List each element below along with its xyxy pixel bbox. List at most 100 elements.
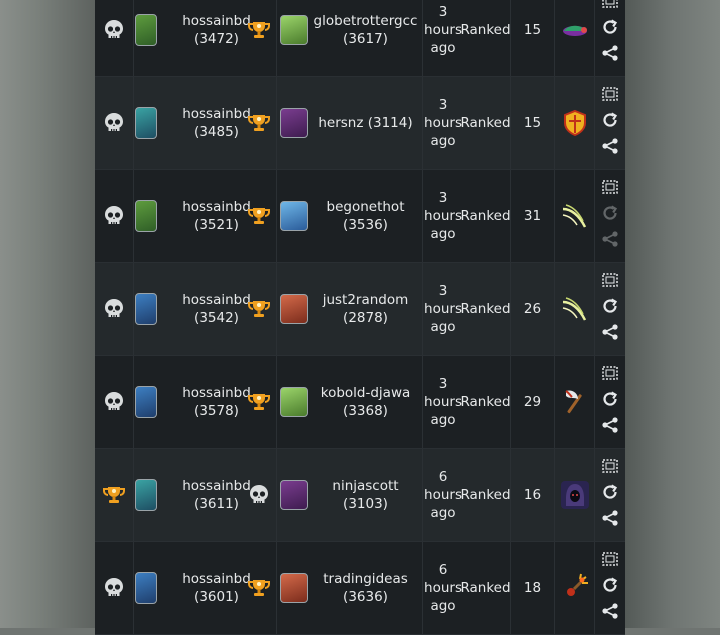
page-background-right [625,0,720,628]
player1-avatar[interactable] [134,263,157,355]
turn-count: 15 [511,77,555,169]
share-icon[interactable] [601,323,619,345]
replay-icon[interactable] [601,390,619,412]
expand-icon[interactable] [601,457,619,479]
share-icon[interactable] [601,44,619,66]
result-icon [95,0,134,76]
opponent-result-icon [241,0,277,76]
time-ago: 3 hours ago [424,190,462,242]
match-type: Ranked [460,542,511,634]
player1-avatar[interactable] [134,356,157,448]
opponent-result-icon [241,263,277,355]
player1-avatar[interactable] [134,449,157,541]
share-icon[interactable] [601,416,619,438]
player2-avatar[interactable] [279,0,309,76]
player2-rating: (3636) [343,589,388,605]
share-icon[interactable] [601,230,619,252]
avatar [280,201,308,231]
result-icon [95,356,134,448]
actions [595,542,625,634]
avatar [134,572,157,604]
player2-avatar[interactable] [279,542,309,634]
expand-icon[interactable] [601,85,619,107]
player2-avatar[interactable] [279,263,309,355]
avatar [134,479,157,511]
time-ago: 3 hours ago [424,376,462,428]
battle-history-table: hossainbd (3472) globetrottergcc (3617) … [95,0,625,635]
opponent-result-icon [241,170,277,262]
share-icon[interactable] [601,137,619,159]
match-type: Ranked [460,170,511,262]
avatar [280,15,308,45]
player2-name-link[interactable]: begonethot (3536) [309,170,423,262]
player1-avatar[interactable] [134,170,157,262]
bomb-card-icon [555,542,595,634]
actions [595,356,625,448]
table-row: hossainbd (3601) tradingideas (3636) 6 h… [95,542,625,635]
player2-name-link[interactable]: tradingideas (3636) [309,542,423,634]
player1-avatar[interactable] [134,77,157,169]
result-icon [95,449,134,541]
player2-avatar[interactable] [279,170,309,262]
replay-icon[interactable] [601,204,619,226]
avatar [280,573,308,603]
avatar [134,386,157,418]
replay-icon[interactable] [601,297,619,319]
replay-icon[interactable] [601,576,619,598]
player2-name: ninjascott (3103) [332,478,399,512]
player2-name-link[interactable]: hersnz (3114) [309,77,423,169]
expand-icon[interactable] [601,271,619,293]
table-row: hossainbd (3578) kobold-djawa (3368) 3 h… [95,356,625,449]
player2-avatar[interactable] [279,449,309,541]
player1-avatar[interactable] [134,542,157,634]
avatar [134,14,157,46]
replay-icon[interactable] [601,483,619,505]
player2-rating: (3617) [343,31,388,47]
replay-icon[interactable] [601,111,619,133]
slash-card-icon [555,263,595,355]
player2-avatar[interactable] [279,77,309,169]
turn-count: 29 [511,356,555,448]
table-row: hossainbd (3472) globetrottergcc (3617) … [95,0,625,77]
player2-name: begonethot [326,199,405,215]
opponent-result-icon [241,449,277,541]
actions [595,263,625,355]
share-icon[interactable] [601,509,619,531]
axe-card-icon [555,356,595,448]
turn-count: 18 [511,542,555,634]
player2-name: just2random [322,292,409,308]
expand-icon[interactable] [601,178,619,200]
player2-avatar[interactable] [279,356,309,448]
player2-name-link[interactable]: kobold-djawa (3368) [309,356,423,448]
time-ago: 6 hours ago [424,562,462,614]
result-icon [95,263,134,355]
time-ago: 6 hours ago [424,469,462,521]
actions [595,77,625,169]
avatar [134,107,157,139]
opponent-result-icon [241,356,277,448]
turn-count: 26 [511,263,555,355]
replay-icon[interactable] [601,18,619,40]
page-background-left [0,0,95,628]
result-icon [95,170,134,262]
expand-icon[interactable] [601,550,619,572]
player2-rating: (3368) [343,403,388,419]
time-ago: 3 hours ago [424,283,462,335]
player2-name-link[interactable]: globetrottergcc (3617) [309,0,423,76]
result-icon [95,542,134,634]
expand-icon[interactable] [601,364,619,386]
player2-name: globetrottergcc [313,13,418,29]
player2-name-link[interactable]: just2random (2878) [309,263,423,355]
avatar [134,293,157,325]
actions [595,449,625,541]
player1-avatar[interactable] [134,0,157,76]
avatar [280,387,308,417]
avatar [280,108,308,138]
player2-name-link[interactable]: ninjascott (3103) [309,449,423,541]
opponent-result-icon [241,77,277,169]
share-icon[interactable] [601,602,619,624]
player2-rating: (2878) [343,310,388,326]
avatar [134,200,157,232]
avatar [280,294,308,324]
expand-icon[interactable] [601,0,619,14]
